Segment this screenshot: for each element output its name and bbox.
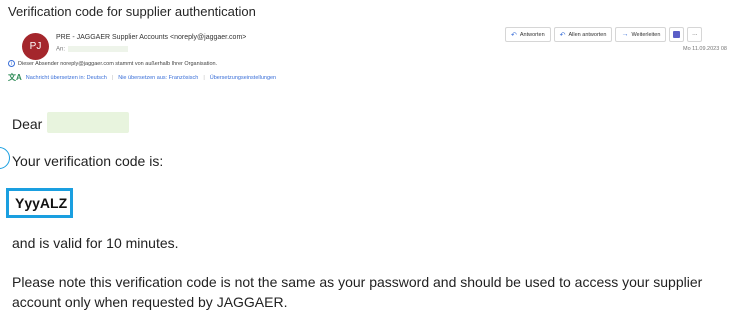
info-icon: i [8,60,15,67]
recipient-name-redaction [47,112,129,133]
sender-address[interactable]: PRE - JAGGAER Supplier Accounts <noreply… [56,34,246,41]
forward-label: Weiterleiten [631,31,661,38]
message-date: Mo 11.09.2023 08 [683,46,727,52]
reply-label: Antworten [519,31,545,38]
verification-code: YyyALZ [6,188,73,218]
separator: | [111,74,114,81]
reply-button[interactable]: ↶ Antworten [505,27,551,42]
message-actions: ↶ Antworten ↶ Allen antworten → Weiterle… [505,27,703,42]
external-warning-text: Dieser Absender noreply@jaggaer.com stam… [18,60,218,67]
separator: | [203,74,205,81]
email-subject: Verification code for supplier authentic… [8,4,256,19]
recipient-line: An: [56,46,129,53]
reply-all-button[interactable]: ↶ Allen antworten [553,27,613,42]
forward-button[interactable]: → Weiterleiten [615,27,667,42]
never-translate-link[interactable]: Nie übersetzen aus: Französisch [118,75,198,81]
validity-text: and is valid for 10 minutes. [12,235,179,251]
external-sender-warning: i Dieser Absender noreply@jaggaer.com st… [8,60,217,67]
more-actions-button[interactable]: ··· [687,27,703,42]
code-intro: Your verification code is: [12,153,164,169]
annotation-circle [0,147,10,169]
translation-bar: 文A Nachricht übersetzen in: Deutsch | Ni… [8,72,276,83]
password-note: Please note this verification code is no… [12,274,703,310]
teams-icon [673,31,681,38]
reply-icon: ↶ [511,31,517,39]
teams-button[interactable] [669,27,685,42]
translate-message-link[interactable]: Nachricht übersetzen in: Deutsch [26,75,107,81]
reply-all-icon: ↶ [559,31,566,39]
more-icon: ··· [692,31,698,38]
recipient-redaction [68,46,129,52]
forward-icon: → [621,31,629,38]
greeting: Dear [12,116,43,132]
translate-icon: 文A [8,73,22,82]
to-label: An: [56,46,66,53]
translation-settings-link[interactable]: Übersetzungseinstellungen [210,75,276,81]
sender-avatar[interactable]: PJ [22,33,49,60]
reply-all-label: Allen antworten [568,31,607,38]
